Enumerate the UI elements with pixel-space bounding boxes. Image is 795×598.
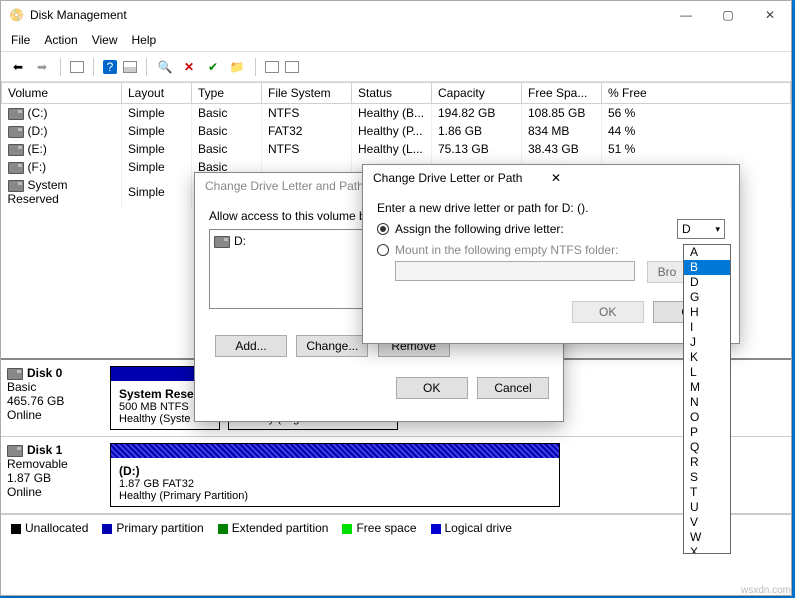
chevron-down-icon: ▾ — [715, 224, 720, 235]
menu-file[interactable]: File — [11, 33, 30, 47]
col-layout[interactable]: Layout — [122, 83, 192, 104]
cancel-button[interactable]: Cancel — [477, 377, 549, 399]
list-icon[interactable] — [265, 61, 279, 73]
back-icon[interactable]: ⬅ — [9, 58, 27, 76]
legend-item: Primary partition — [102, 521, 203, 535]
col-pct[interactable]: % Free — [602, 83, 791, 104]
radio-on-icon — [377, 223, 389, 235]
legend: Unallocated Primary partition Extended par… — [1, 514, 791, 541]
ok-button-2: OK — [572, 301, 644, 323]
col-status[interactable]: Status — [352, 83, 432, 104]
menu-view[interactable]: View — [92, 33, 118, 47]
partition-box[interactable]: (D:)1.87 GB FAT32Healthy (Primary Partit… — [110, 443, 560, 507]
table-row[interactable]: (E:)SimpleBasicNTFSHealthy (L...75.13 GB… — [2, 140, 791, 158]
watermark: wsxdn.com — [741, 585, 791, 596]
props-icon[interactable] — [123, 61, 137, 73]
dropdown-option[interactable]: X — [684, 545, 730, 554]
drive-icon — [214, 236, 230, 248]
legend-item: Free space — [342, 521, 416, 535]
col-type[interactable]: Type — [192, 83, 262, 104]
dropdown-option[interactable]: K — [684, 350, 730, 365]
refresh-icon[interactable]: 🔍 — [156, 58, 174, 76]
dropdown-option[interactable]: T — [684, 485, 730, 500]
dialog2-close-icon[interactable]: ✕ — [545, 171, 729, 185]
folder-path-input — [395, 261, 635, 281]
change-button[interactable]: Change... — [296, 335, 368, 357]
mount-folder-radio[interactable]: Mount in the following empty NTFS folder… — [377, 243, 725, 257]
assign-letter-radio[interactable]: Assign the following drive letter: D ▾ — [377, 219, 725, 239]
ok-button[interactable]: OK — [396, 377, 468, 399]
dropdown-option[interactable]: G — [684, 290, 730, 305]
dropdown-option[interactable]: H — [684, 305, 730, 320]
app-icon: 📀 — [9, 8, 24, 22]
toolbar: ⬅ ➡ ? 🔍 ✕ ✔ 📁 — [1, 52, 791, 82]
mount-folder-label: Mount in the following empty NTFS folder… — [395, 243, 618, 257]
add-button[interactable]: Add... — [215, 335, 287, 357]
table-row[interactable]: (C:)SimpleBasicNTFSHealthy (B...194.82 G… — [2, 104, 791, 123]
dropdown-option[interactable]: S — [684, 470, 730, 485]
col-volume[interactable]: Volume — [2, 83, 122, 104]
dialog2-message: Enter a new drive letter or path for D: … — [377, 201, 725, 215]
menubar: File Action View Help — [1, 29, 791, 52]
dropdown-option[interactable]: B — [684, 260, 730, 275]
detail-icon[interactable] — [285, 61, 299, 73]
dialog2-title: Change Drive Letter or Path — [373, 171, 545, 185]
menu-help[interactable]: Help — [132, 33, 157, 47]
dropdown-option[interactable]: U — [684, 500, 730, 515]
dialog2-titlebar: Change Drive Letter or Path ✕ — [363, 165, 739, 191]
dropdown-option[interactable]: J — [684, 335, 730, 350]
dropdown-option[interactable]: A — [684, 245, 730, 260]
menu-action[interactable]: Action — [44, 33, 77, 47]
browse-button: Bro — [647, 261, 687, 283]
list-item[interactable]: D: — [234, 234, 246, 248]
dropdown-option[interactable]: N — [684, 395, 730, 410]
close-button[interactable]: ✕ — [749, 1, 791, 29]
dropdown-option[interactable]: V — [684, 515, 730, 530]
radio-off-icon — [377, 244, 389, 256]
dropdown-option[interactable]: M — [684, 380, 730, 395]
dropdown-option[interactable]: D — [684, 275, 730, 290]
forward-icon[interactable]: ➡ — [33, 58, 51, 76]
check-icon[interactable]: ✔ — [204, 58, 222, 76]
drive-letter-dropdown[interactable]: ABDGHIJKLMNOPQRSTUVWXYZ — [683, 244, 731, 554]
legend-item: Logical drive — [431, 521, 512, 535]
window-title: Disk Management — [30, 8, 665, 22]
legend-item: Unallocated — [11, 521, 88, 535]
col-cap[interactable]: Capacity — [432, 83, 522, 104]
assign-letter-label: Assign the following drive letter: — [395, 222, 564, 236]
col-fs[interactable]: File System — [262, 83, 352, 104]
disk-row: Disk 1Removable1.87 GBOnline(D:)1.87 GB … — [1, 437, 791, 514]
maximize-button[interactable]: ▢ — [707, 1, 749, 29]
help-icon[interactable]: ? — [103, 60, 117, 74]
dropdown-option[interactable]: Q — [684, 440, 730, 455]
drive-letter-combo[interactable]: D ▾ — [677, 219, 725, 239]
dropdown-option[interactable]: P — [684, 425, 730, 440]
table-row[interactable]: (D:)SimpleBasicFAT32Healthy (P...1.86 GB… — [2, 122, 791, 140]
dropdown-option[interactable]: R — [684, 455, 730, 470]
dropdown-option[interactable]: I — [684, 320, 730, 335]
legend-item: Extended partition — [218, 521, 329, 535]
dropdown-option[interactable]: W — [684, 530, 730, 545]
folder-icon[interactable]: 📁 — [228, 58, 246, 76]
delete-icon[interactable]: ✕ — [180, 58, 198, 76]
titlebar: 📀 Disk Management — ▢ ✕ — [1, 1, 791, 29]
dropdown-option[interactable]: L — [684, 365, 730, 380]
col-free[interactable]: Free Spa... — [522, 83, 602, 104]
combo-value: D — [682, 222, 691, 236]
minimize-button[interactable]: — — [665, 1, 707, 29]
dropdown-option[interactable]: O — [684, 410, 730, 425]
grid-icon[interactable] — [70, 61, 84, 73]
